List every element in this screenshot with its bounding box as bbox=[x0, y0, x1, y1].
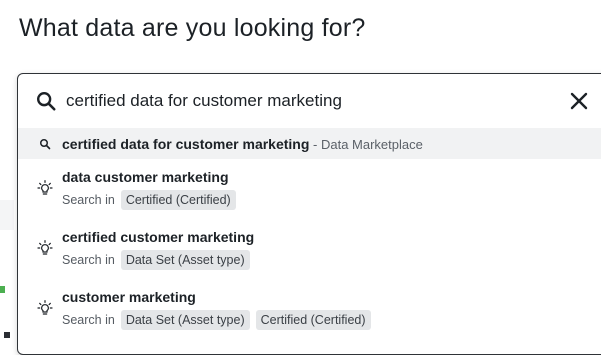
suggestion-text: certified data for customer marketing - … bbox=[62, 136, 423, 152]
page-title: What data are you looking for? bbox=[19, 14, 366, 42]
suggestion-source: - Data Marketplace bbox=[309, 137, 423, 152]
suggestion-option[interactable]: data customer marketing Search in Certif… bbox=[18, 159, 601, 219]
bulb-icon bbox=[37, 180, 53, 195]
filter-chip: Certified (Certified) bbox=[120, 190, 236, 210]
suggestion-query: certified data for customer marketing bbox=[62, 136, 310, 152]
search-icon bbox=[40, 139, 51, 150]
bulb-icon bbox=[37, 300, 53, 315]
option-title: certified customer marketing bbox=[62, 229, 255, 245]
bulb-icon bbox=[37, 240, 53, 255]
option-filters: Search in Data Set (Asset type) Certifie… bbox=[62, 310, 371, 330]
search-in-label: Search in bbox=[62, 313, 115, 327]
filter-chip: Data Set (Asset type) bbox=[120, 310, 250, 330]
search-in-label: Search in bbox=[62, 253, 115, 267]
filter-chip: Certified (Certified) bbox=[255, 310, 371, 330]
suggestion-option[interactable]: certified customer marketing Search in D… bbox=[18, 219, 601, 279]
search-suggestion-marketplace[interactable]: certified data for customer marketing - … bbox=[18, 128, 601, 159]
background-marker bbox=[4, 332, 10, 338]
search-bar bbox=[18, 74, 601, 128]
close-icon[interactable] bbox=[567, 89, 591, 113]
suggestion-option[interactable]: customer marketing Search in Data Set (A… bbox=[18, 279, 601, 339]
option-title: data customer marketing bbox=[62, 169, 229, 185]
search-input[interactable] bbox=[66, 87, 546, 115]
search-icon bbox=[37, 92, 56, 111]
search-in-label: Search in bbox=[62, 193, 115, 207]
background-panel-edge bbox=[0, 200, 14, 230]
search-dropdown-panel: certified data for customer marketing - … bbox=[17, 73, 601, 355]
option-filters: Search in Data Set (Asset type) bbox=[62, 250, 250, 270]
background-accent bbox=[0, 286, 5, 293]
option-filters: Search in Certified (Certified) bbox=[62, 190, 236, 210]
filter-chip: Data Set (Asset type) bbox=[120, 250, 250, 270]
option-title: customer marketing bbox=[62, 289, 196, 305]
